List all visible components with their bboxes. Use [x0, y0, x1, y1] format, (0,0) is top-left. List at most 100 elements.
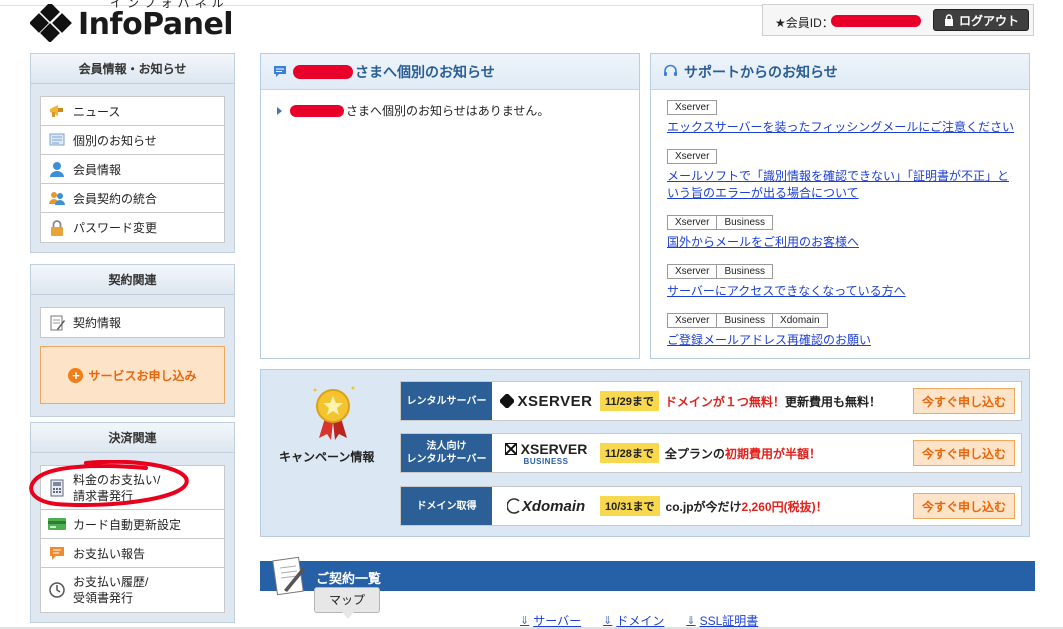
support-notice-link[interactable]: ご登録メールアドレス再確認のお願い [667, 332, 1019, 349]
logo-mark-icon [30, 4, 72, 42]
personal-notice-text: さまへ個別のお知らせはありません。 [346, 104, 550, 118]
sidebar-item-contract-merge[interactable]: 会員契約の統合 [41, 184, 224, 213]
campaign-deadline: 11/29まで [600, 391, 659, 411]
brand-subtitle: BUSINESS [523, 456, 569, 466]
tag-business: Business [717, 215, 774, 230]
brand-name: XSERVER [517, 392, 593, 410]
support-notice-link[interactable]: サーバーにアクセスできなくなっている方へ [667, 283, 1019, 300]
campaign-deadline: 10/31まで [600, 496, 660, 516]
speech-bubble-icon [273, 65, 287, 79]
sidebar-item-news[interactable]: ニュース [41, 97, 224, 126]
campaign-category: 法人向け レンタルサーバー [401, 434, 492, 472]
sidebar-item-payment-history[interactable]: お支払い履歴/ 受領書発行 [41, 568, 224, 612]
sidebar-item-label: お支払い報告 [73, 546, 146, 561]
sidebar-contract-panel: 契約関連 契約情報 + サービスお申し込み [30, 264, 235, 417]
support-notice-item: Xserver メールソフトで「識別情報を確認できない」「証明書が不正」と いう… [667, 149, 1019, 202]
personal-notice-header: さまへ個別のお知らせ [261, 54, 639, 90]
campaign-tail: 更新費用も無料！ [784, 394, 881, 409]
document-icon [272, 556, 305, 596]
infopanel-logo[interactable]: インフォパネル InfoPanel [30, 0, 234, 44]
users-merge-icon [47, 188, 67, 208]
sidebar-account-panel: 会員情報・お知らせ ニュース 個別のお知らせ 会員情報 会員契約の統合 パスワー… [30, 53, 235, 253]
logout-label: ログアウト [958, 13, 1019, 28]
campaign-panel: キャンペーン情報 レンタルサーバー XSERVER 11/29まで ドメインが１… [260, 369, 1030, 537]
credit-card-icon [47, 514, 67, 534]
sidebar-item-password-change[interactable]: パスワード変更 [41, 213, 224, 242]
map-tooltip: マップ [314, 587, 380, 619]
support-notice-link[interactable]: 国外からメールをご利用のお客様へ [667, 234, 1019, 251]
lock-icon [944, 14, 953, 26]
user-icon [47, 159, 67, 179]
sidebar-item-payment-report[interactable]: お支払い報告 [41, 539, 224, 568]
brand-name: XSERVER [520, 440, 588, 457]
xserver-business-logo: XSERVER BUSINESS [492, 434, 600, 472]
apply-now-button[interactable]: 今すぐ申し込む [913, 493, 1015, 519]
redacted-user-name [293, 64, 353, 79]
campaign-text: 全プランの初期費用が半額！ [665, 445, 913, 462]
campaign-row-domain: ドメイン取得 Xdomain 10/31まで co.jpが今だけ2,260円(税… [400, 486, 1022, 526]
invoice-icon [47, 478, 67, 498]
sidebar-item-label: ニュース [73, 104, 121, 119]
lock-icon [47, 218, 67, 238]
xdomain-mark-icon [506, 498, 520, 514]
medal-icon [313, 386, 355, 440]
xserver-logo: XSERVER [492, 382, 600, 420]
sidebar-item-payment-invoice[interactable]: 料金のお支払い/ 請求書発行 [41, 466, 224, 510]
sidebar-contract-list: 契約情報 [40, 307, 225, 338]
plus-icon: + [68, 367, 84, 383]
service-apply-label: サービスお申し込み [88, 368, 197, 383]
sidebar-item-label: 契約情報 [73, 316, 122, 330]
tag-business: Business [717, 313, 774, 328]
member-id-box: ★会員ID： ログアウト [762, 4, 1034, 36]
campaign-row-rental-server: レンタルサーバー XSERVER 11/29まで ドメインが１つ無料！更新費用も… [400, 381, 1022, 421]
campaign-head: co.jpが今だけ [665, 499, 742, 514]
tag-xserver: Xserver [667, 313, 718, 328]
brand-name: Xdomain [521, 497, 586, 515]
support-notice-list: Xserver エックスサーバーを装ったフィッシングメールにご注意ください Xs… [667, 100, 1019, 362]
sidebar-item-personal-notice[interactable]: 個別のお知らせ [41, 126, 224, 155]
sidebar-item-label: 会員情報 [73, 162, 122, 177]
tag-xserver: Xserver [667, 264, 718, 279]
megaphone-icon [47, 101, 67, 121]
support-notice-title: サポートからのお知らせ [684, 63, 838, 80]
campaign-highlight: 初期費用が半額！ [724, 446, 821, 461]
document-pen-icon [47, 313, 67, 333]
campaign-row-business-server: 法人向け レンタルサーバー XSERVER BUSINESS 11/28まで 全… [400, 433, 1022, 473]
sidebar-item-label: 料金のお支払い/ 請求書発行 [73, 472, 161, 503]
redacted-member-id [831, 15, 921, 27]
sidebar-account-list: ニュース 個別のお知らせ 会員情報 会員契約の統合 パスワード変更 [40, 96, 225, 243]
support-notice-link[interactable]: エックスサーバーを装ったフィッシングメールにご注意ください [667, 119, 1019, 136]
campaign-label: キャンペーン情報 [279, 450, 375, 464]
support-notice-link[interactable]: メールソフトで「識別情報を確認できない」「証明書が不正」と いう旨のエラーが出る… [667, 168, 1019, 202]
sidebar-payment-list: 料金のお支払い/ 請求書発行 カード自動更新設定 お支払い報告 お支払い履歴/ … [40, 465, 225, 613]
chat-icon [47, 543, 67, 563]
apply-now-button[interactable]: 今すぐ申し込む [913, 440, 1015, 466]
sidebar-account-title: 会員情報・お知らせ [31, 54, 234, 84]
tag-xdomain: Xdomain [773, 313, 828, 328]
service-tags: Xserver [667, 100, 1019, 115]
sidebar-item-contract-info[interactable]: 契約情報 [41, 308, 224, 337]
apply-now-button[interactable]: 今すぐ申し込む [913, 388, 1015, 414]
clock-icon [47, 580, 67, 600]
headset-icon [663, 64, 678, 79]
logout-button[interactable]: ログアウト [933, 9, 1029, 31]
sidebar-item-label: 会員契約の統合 [73, 191, 158, 206]
tag-business: Business [717, 264, 774, 279]
xserver-business-mark-icon [504, 442, 517, 455]
personal-notice-message: さまへ個別のお知らせはありません。 [277, 102, 549, 119]
support-notice-item: Xserver Business Xdomain ご登録メールアドレス再確認のお願い [667, 313, 1019, 349]
service-tags: Xserver Business [667, 215, 1019, 230]
logo-text: InfoPanel [78, 7, 234, 42]
service-apply-button[interactable]: + サービスお申し込み [40, 346, 225, 404]
sidebar-item-member-info[interactable]: 会員情報 [41, 155, 224, 184]
sidebar-item-card-auto-renew[interactable]: カード自動更新設定 [41, 510, 224, 539]
down-arrow-icon: ⇓ [603, 615, 613, 627]
redacted-user-name [290, 104, 344, 117]
service-tags: Xserver [667, 149, 1019, 164]
down-arrow-icon: ⇓ [520, 615, 530, 627]
message-icon [47, 130, 67, 150]
sidebar-item-label: カード自動更新設定 [73, 517, 182, 532]
sidebar-contract-title: 契約関連 [31, 265, 234, 295]
sidebar-item-label: パスワード変更 [73, 221, 158, 235]
personal-notice-panel: さまへ個別のお知らせ さまへ個別のお知らせはありません。 [260, 53, 640, 359]
